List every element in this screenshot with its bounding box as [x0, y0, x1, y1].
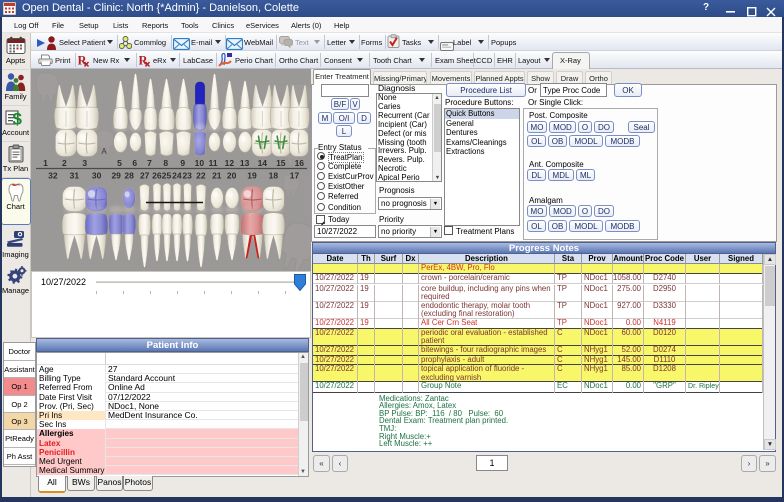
- svg-text:15: 15: [276, 158, 286, 168]
- svg-text:23: 23: [182, 171, 192, 181]
- svg-text:6: 6: [132, 158, 137, 168]
- svg-text:31: 31: [70, 171, 80, 181]
- svg-text:8: 8: [163, 158, 168, 168]
- svg-text:A: A: [101, 147, 107, 156]
- svg-text:30: 30: [92, 171, 102, 181]
- svg-text:24: 24: [172, 171, 182, 181]
- svg-text:32: 32: [48, 171, 58, 181]
- svg-text:28: 28: [124, 171, 134, 181]
- svg-text:22: 22: [196, 171, 206, 181]
- svg-text:3: 3: [82, 158, 87, 168]
- svg-text:$: $: [13, 110, 23, 127]
- svg-text:29: 29: [111, 171, 121, 181]
- svg-text:19: 19: [247, 171, 257, 181]
- svg-text:13: 13: [240, 158, 250, 168]
- svg-text:16: 16: [295, 158, 305, 168]
- svg-text:2: 2: [62, 158, 67, 168]
- svg-text:25: 25: [162, 171, 172, 181]
- svg-text:20: 20: [227, 171, 237, 181]
- svg-text:12: 12: [225, 158, 235, 168]
- svg-text:5: 5: [117, 158, 122, 168]
- svg-text:21: 21: [212, 171, 222, 181]
- svg-text:14: 14: [258, 158, 268, 168]
- svg-text:17: 17: [290, 171, 300, 181]
- svg-text:10: 10: [195, 158, 205, 168]
- svg-text:26: 26: [152, 171, 162, 181]
- svg-text:9: 9: [180, 158, 185, 168]
- svg-text:18: 18: [269, 171, 279, 181]
- svg-text:27: 27: [140, 171, 150, 181]
- svg-text:1: 1: [43, 158, 48, 168]
- svg-text:7: 7: [147, 158, 152, 168]
- svg-text:11: 11: [209, 158, 218, 168]
